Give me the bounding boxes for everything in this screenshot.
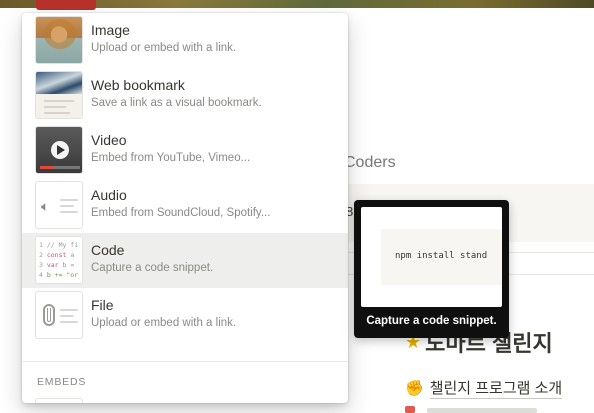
section-label-embeds: EMBEDS xyxy=(37,376,87,388)
page-link[interactable]: ✊ 챌린지 프로그램 소개 xyxy=(405,377,563,399)
menu-divider xyxy=(22,361,348,362)
file-thumbnail-icon xyxy=(35,291,83,339)
audio-thumbnail-icon: 🔈︎ xyxy=(35,181,83,229)
bookmark-thumbnail-icon xyxy=(35,71,83,119)
fist-icon: ✊ xyxy=(405,380,424,397)
menu-item-title: Web bookmark xyxy=(91,77,185,93)
menu-item-title: File xyxy=(91,297,114,313)
link-text-placeholder xyxy=(427,408,537,413)
code-thumbnail-icon: 1 // My fi 2 const a 3 var b = 4 b += "o… xyxy=(35,236,83,284)
block-insert-menu: Image Upload or embed with a link. Web b… xyxy=(22,13,348,403)
image-thumbnail-icon xyxy=(35,16,83,64)
code-preview-text: npm install stand xyxy=(395,251,488,261)
menu-item-desc: Save a link as a visual bookmark. xyxy=(91,97,262,109)
page-link-partial[interactable] xyxy=(405,404,545,413)
page-heading-partial: Coders xyxy=(344,154,396,171)
menu-item-desc: Capture a code snippet. xyxy=(91,262,214,274)
menu-item-title: Image xyxy=(91,22,130,38)
menu-item-title: Video xyxy=(91,132,127,148)
menu-item-desc: Embed from YouTube, Vimeo... xyxy=(91,152,251,164)
cover-image-fragment xyxy=(36,0,96,10)
block-preview-tooltip: npm install stand Capture a code snippet… xyxy=(354,200,509,338)
tooltip-caption: Capture a code snippet. xyxy=(366,315,497,327)
menu-item-file[interactable]: File Upload or embed with a link. xyxy=(22,288,348,343)
tooltip-preview: npm install stand xyxy=(361,207,502,307)
menu-item-audio[interactable]: 🔈︎ Audio Embed from SoundCloud, Spotify.… xyxy=(22,178,348,233)
menu-item-thumbnail-partial[interactable] xyxy=(35,398,83,403)
menu-item-desc: Upload or embed with a link. xyxy=(91,42,237,54)
code-preview-block: npm install stand xyxy=(381,229,502,285)
menu-item-title: Code xyxy=(91,242,125,258)
menu-item-web-bookmark[interactable]: Web bookmark Save a link as a visual boo… xyxy=(22,68,348,123)
menu-item-title: Audio xyxy=(91,187,127,203)
emoji-icon xyxy=(405,406,415,413)
menu-item-video[interactable]: Video Embed from YouTube, Vimeo... xyxy=(22,123,348,178)
speaker-icon: 🔈︎ xyxy=(41,198,50,214)
video-thumbnail-icon xyxy=(35,126,83,174)
menu-item-desc: Embed from SoundCloud, Spotify... xyxy=(91,207,271,219)
menu-item-desc: Upload or embed with a link. xyxy=(91,317,237,329)
page-link-label[interactable]: 챌린지 프로그램 소개 xyxy=(429,377,563,399)
menu-item-code[interactable]: 1 // My fi 2 const a 3 var b = 4 b += "o… xyxy=(22,233,348,288)
menu-item-image[interactable]: Image Upload or embed with a link. xyxy=(22,13,348,68)
